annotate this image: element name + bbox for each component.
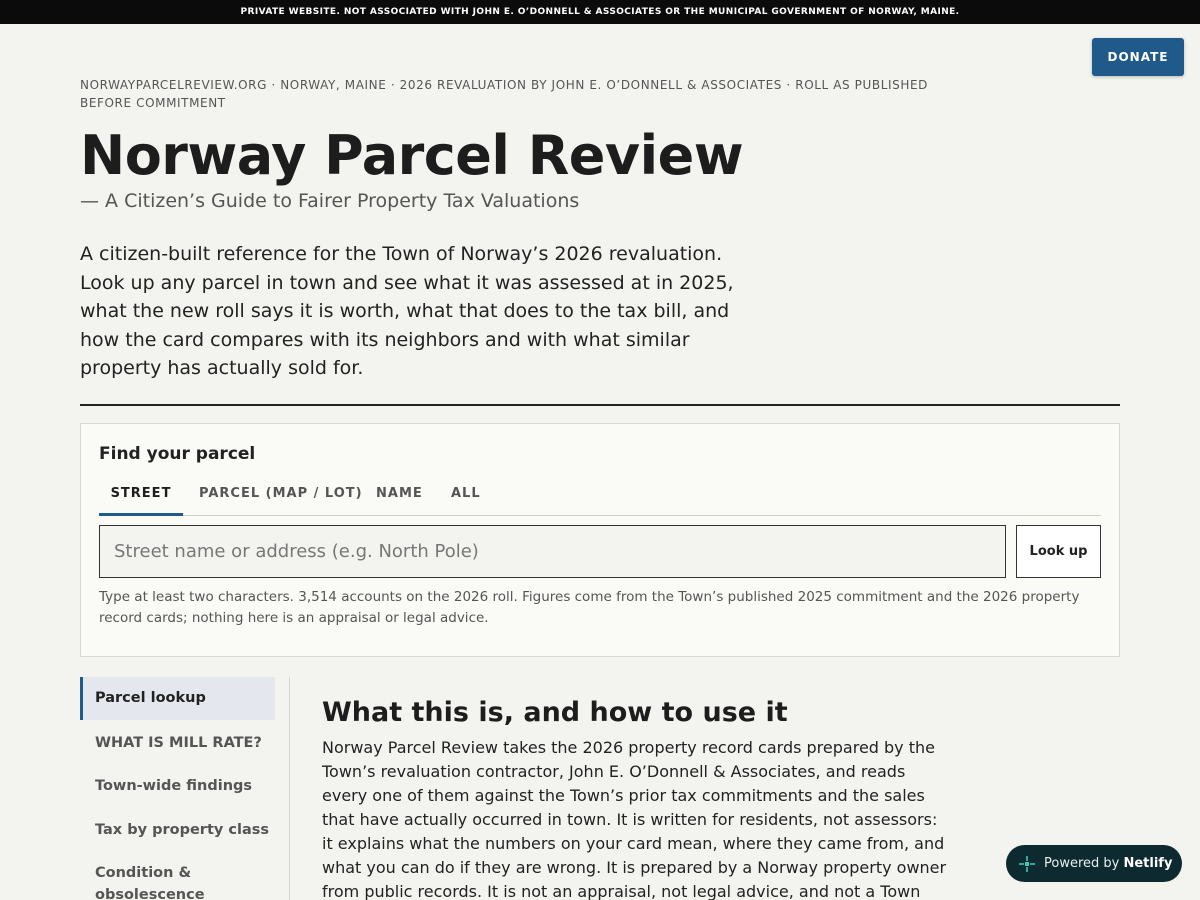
page-subtitle: — A Citizen’s Guide to Fairer Property T… bbox=[80, 190, 580, 212]
divider bbox=[80, 404, 1120, 406]
netlify-badge[interactable]: Powered by Netlify bbox=[1006, 845, 1182, 882]
sidebar-item-parcel-lookup[interactable]: Parcel lookup bbox=[80, 677, 275, 720]
lookup-button[interactable]: Look up bbox=[1016, 525, 1101, 578]
sidebar-item-tax-by-class[interactable]: Tax by property class bbox=[80, 819, 275, 841]
sidebar-item-condition-guide[interactable]: Condition & obsolescence guide bbox=[80, 862, 250, 900]
intro-paragraph: A citizen-built reference for the Town o… bbox=[80, 243, 734, 379]
section-paragraph: Norway Parcel Review takes the 2026 prop… bbox=[322, 738, 947, 900]
sidebar-item-mill-rate[interactable]: WHAT IS MILL RATE? bbox=[80, 732, 275, 754]
sidebar-nav: Parcel lookup WHAT IS MILL RATE? Town-wi… bbox=[80, 677, 290, 900]
search-tabs: STREET PARCEL (MAP / LOT) NAME ALL bbox=[99, 476, 1101, 516]
breadcrumb: NORWAYPARCELREVIEW.ORG · NORWAY, MAINE ·… bbox=[80, 78, 929, 110]
finder-title: Find your parcel bbox=[99, 444, 256, 464]
sidebar-item-town-findings[interactable]: Town-wide findings bbox=[80, 775, 275, 797]
parcel-finder: Find your parcel STREET PARCEL (MAP / LO… bbox=[80, 423, 1120, 657]
tab-name[interactable]: NAME bbox=[376, 476, 423, 516]
page-title: Norway Parcel Review bbox=[80, 124, 744, 187]
netlify-brand: Netlify bbox=[1123, 856, 1173, 871]
tab-street[interactable]: STREET bbox=[99, 476, 183, 516]
section-heading: What this is, and how to use it bbox=[322, 697, 788, 728]
netlify-prefix: Powered by bbox=[1044, 856, 1124, 871]
netlify-icon bbox=[1019, 856, 1035, 872]
tab-parcel[interactable]: PARCEL (MAP / LOT) bbox=[199, 476, 363, 516]
street-search-input[interactable] bbox=[99, 525, 1006, 578]
donate-button[interactable]: DONATE bbox=[1092, 38, 1184, 76]
disclaimer-banner: PRIVATE WEBSITE. NOT ASSOCIATED WITH JOH… bbox=[0, 0, 1200, 24]
tab-all[interactable]: ALL bbox=[451, 476, 481, 516]
search-hint: Type at least two characters. 3,514 acco… bbox=[99, 589, 1080, 626]
